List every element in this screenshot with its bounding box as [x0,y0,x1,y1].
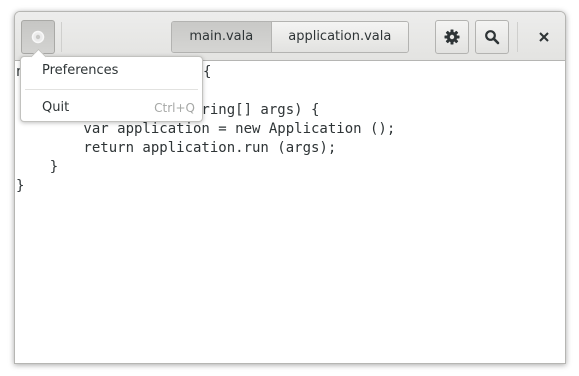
code-fragment: { [203,64,212,80]
code-line: } [16,159,59,175]
close-button[interactable] [527,20,561,54]
app-menu-icon [31,30,45,44]
header-separator [517,22,518,52]
code-line: return application.run (args); [16,140,337,156]
gear-icon [444,29,460,45]
settings-button[interactable] [435,20,469,54]
tab-main-vala[interactable]: main.vala [172,22,271,52]
close-icon [539,32,549,42]
search-icon [485,30,500,45]
menu-item-quit[interactable]: Quit Ctrl+Q [21,95,202,121]
menu-item-label: Quit [42,100,70,115]
menu-item-preferences[interactable]: Preferences [21,58,202,84]
menu-item-shortcut: Ctrl+Q [154,101,195,115]
code-line: var application = new Application (); [16,121,396,137]
header-separator [61,22,62,52]
search-button[interactable] [475,20,509,54]
document-tabs: main.vala application.vala [171,21,409,53]
menu-separator [25,89,198,90]
header-bar: main.vala application.vala [15,12,565,61]
menu-item-label: Preferences [42,63,119,78]
app-menu-popover: Preferences Quit Ctrl+Q [20,48,203,122]
code-line: } [16,178,25,194]
tab-application-vala[interactable]: application.vala [270,22,408,52]
